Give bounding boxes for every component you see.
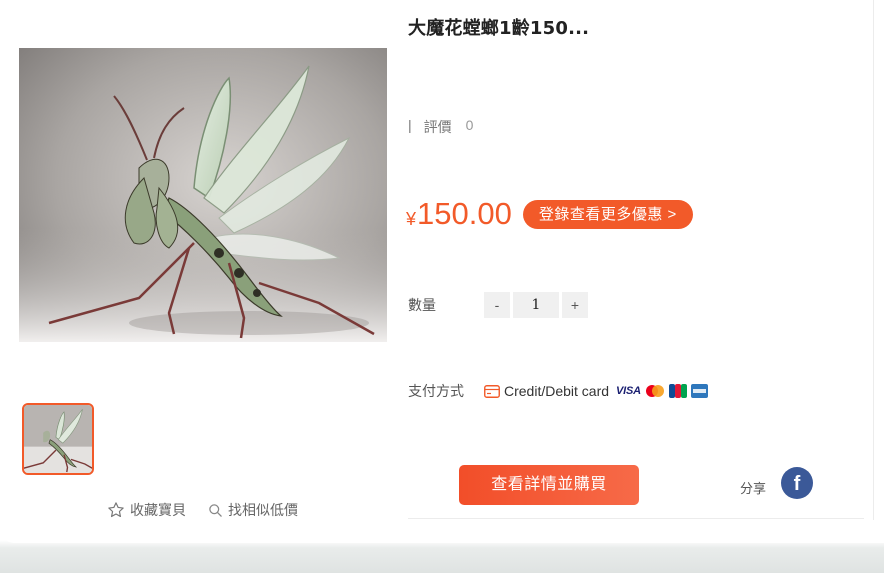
rating-label[interactable]: 評價 xyxy=(424,117,452,137)
product-card: 收藏寶貝 找相似低價 大魔花螳螂1齡150... | 評價 0 ¥ 150.00… xyxy=(0,0,884,543)
payment-label: 支付方式 xyxy=(408,383,464,399)
card-brand-logos: VISA xyxy=(616,384,712,398)
section-divider xyxy=(408,518,864,519)
share-label: 分享 xyxy=(740,481,767,496)
mastercard-icon xyxy=(645,385,664,397)
view-details-buy-button[interactable]: 查看詳情並購買 xyxy=(459,465,639,505)
quantity-input[interactable]: 1 xyxy=(513,292,559,318)
find-similar-label: 找相似低價 xyxy=(228,502,298,518)
rating-row: | 評價 0 xyxy=(408,117,473,137)
jcb-icon xyxy=(668,384,687,398)
rating-count: 0 xyxy=(465,117,474,133)
login-promo-button[interactable]: 登錄查看更多優惠 > xyxy=(522,199,693,229)
credit-card-icon xyxy=(484,384,500,398)
star-icon xyxy=(108,502,124,518)
favorite-label: 收藏寶貝 xyxy=(130,502,186,518)
quantity-stepper: - 1 + xyxy=(484,292,588,318)
payment-method-label: Credit/Debit card xyxy=(504,383,610,399)
gallery-actions: 收藏寶貝 找相似低價 xyxy=(107,500,298,520)
quantity-increment-button[interactable]: + xyxy=(562,292,588,318)
product-main-image[interactable] xyxy=(19,48,387,342)
favorite-button[interactable]: 收藏寶貝 xyxy=(107,500,186,520)
payment-methods: Credit/Debit card VISA xyxy=(484,381,712,401)
amex-icon xyxy=(690,384,708,398)
product-thumbnail[interactable] xyxy=(22,403,94,475)
mantis-thumbnail-image xyxy=(24,405,92,473)
facebook-share-icon[interactable]: f xyxy=(781,467,813,499)
product-title: 大魔花螳螂1齡150... xyxy=(408,18,590,39)
product-price: 150.00 xyxy=(417,196,512,231)
quantity-decrement-button[interactable]: - xyxy=(484,292,510,318)
quantity-label: 數量 xyxy=(408,297,436,313)
rating-separator: | xyxy=(408,117,412,133)
price-row: ¥ 150.00 登錄查看更多優惠 > xyxy=(406,196,693,232)
currency-symbol: ¥ xyxy=(406,208,417,229)
find-similar-button[interactable]: 找相似低價 xyxy=(208,500,298,520)
visa-logo: VISA xyxy=(616,385,641,397)
search-icon xyxy=(209,503,222,517)
mantis-photo xyxy=(19,48,387,342)
card-edge-divider xyxy=(873,0,874,520)
